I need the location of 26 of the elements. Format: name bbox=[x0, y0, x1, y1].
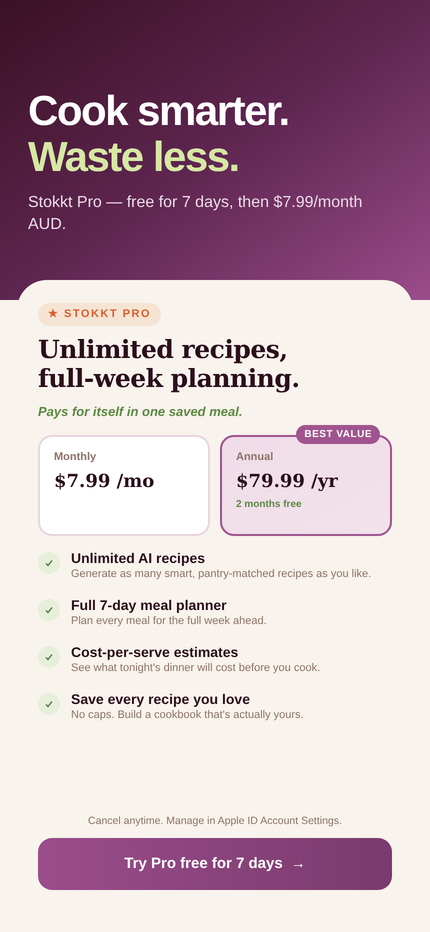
tagline: Pays for itself in one saved meal. bbox=[38, 402, 244, 421]
plan-heading: Unlimited recipes, full-week planning. bbox=[38, 334, 301, 392]
start-trial-button[interactable]: Try Pro free for 7 days → bbox=[38, 838, 392, 890]
feature-description: Plan every meal for the full week ahead. bbox=[71, 614, 267, 629]
feature-description: No caps. Build a cookbook that's actually yours. bbox=[71, 708, 304, 723]
cancel-note: Cancel anytime. Manage in Apple ID Account Settings. bbox=[87, 814, 343, 830]
feature-title: Full 7-day meal planner bbox=[71, 597, 228, 614]
pro-badge: ★ STOKKT PRO bbox=[38, 303, 161, 326]
plan-note: 2 months free bbox=[236, 498, 303, 512]
feature-description: Generate as many smart, pantry-matched recipes as you like. bbox=[71, 567, 372, 582]
hero-title: Cook smarter. Waste less. bbox=[28, 88, 290, 180]
plan-price: $79.99 /yr bbox=[236, 470, 339, 494]
feature-description: See what tonight's dinner will cost before you cook. bbox=[71, 661, 320, 676]
check-icon bbox=[38, 646, 60, 668]
hero-subtitle: Stokkt Pro — free for 7 days, then $7.99/month AUD. bbox=[28, 193, 364, 235]
check-icon bbox=[38, 552, 60, 574]
best-value-ribbon: BEST VALUE bbox=[296, 425, 380, 444]
feature-title: Unlimited AI recipes bbox=[71, 550, 206, 567]
check-icon bbox=[38, 599, 60, 621]
plan-name: Monthly bbox=[54, 450, 98, 465]
feature-title: Cost-per-serve estimates bbox=[71, 644, 240, 661]
check-icon bbox=[38, 693, 60, 715]
plan-name: Annual bbox=[236, 450, 274, 465]
feature-title: Save every recipe you love bbox=[71, 691, 251, 708]
plan-option[interactable]: Monthly $7.99 /mo bbox=[38, 435, 210, 536]
plan-price: $7.99 /mo bbox=[54, 470, 156, 494]
